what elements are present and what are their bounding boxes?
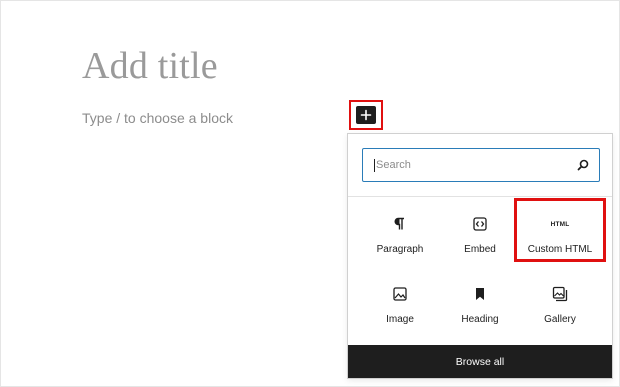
block-custom-html[interactable]: HTML Custom HTML <box>520 206 600 266</box>
paragraph-icon <box>393 212 407 236</box>
browse-all-button[interactable]: Browse all <box>348 345 612 378</box>
block-label: Custom HTML <box>527 244 593 255</box>
block-label: Image <box>386 314 414 325</box>
search-field[interactable] <box>362 148 600 182</box>
image-icon <box>393 282 407 306</box>
text-caret <box>374 158 375 172</box>
block-image[interactable]: Image <box>360 276 440 336</box>
search-input[interactable] <box>376 159 577 171</box>
divider <box>348 196 612 197</box>
block-embed[interactable]: Embed <box>440 206 520 266</box>
post-title-placeholder[interactable]: Add title <box>82 44 218 88</box>
gallery-icon <box>552 282 568 306</box>
block-inserter-popover: Paragraph Embed HTML Custom HTML Image <box>347 133 613 379</box>
search-icon[interactable] <box>577 159 589 171</box>
block-label: Embed <box>464 244 496 255</box>
block-gallery[interactable]: Gallery <box>520 276 600 336</box>
block-label: Paragraph <box>376 244 424 255</box>
html-icon: HTML <box>551 212 570 236</box>
heading-icon <box>474 282 486 306</box>
block-placeholder[interactable]: Type / to choose a block <box>82 110 233 126</box>
block-heading[interactable]: Heading <box>440 276 520 336</box>
block-paragraph[interactable]: Paragraph <box>360 206 440 266</box>
block-label: Heading <box>461 314 499 325</box>
add-block-button[interactable] <box>356 106 376 124</box>
embed-icon <box>473 212 487 236</box>
plus-icon <box>360 109 372 121</box>
block-label: Gallery <box>544 314 576 325</box>
html-icon-text: HTML <box>550 220 570 228</box>
